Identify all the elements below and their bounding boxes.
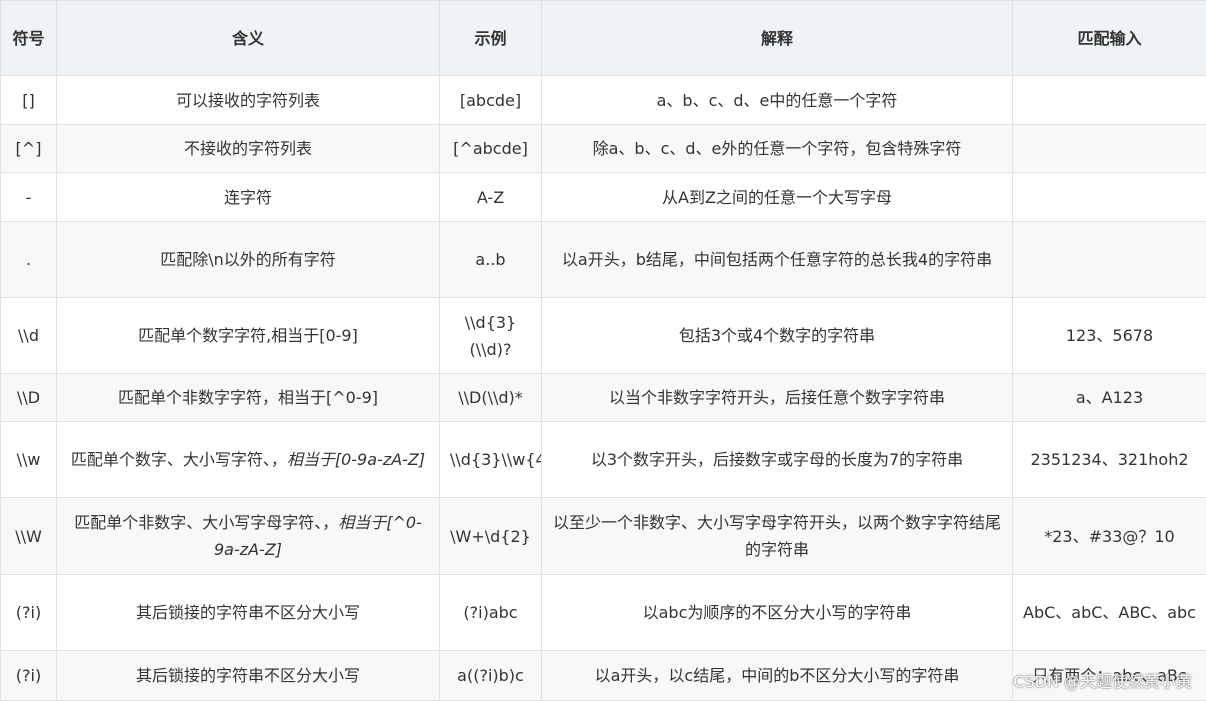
cell-meaning-emphasis: 相当于[0-9a-zA-Z] bbox=[286, 450, 426, 469]
cell-symbol: \\D bbox=[0, 373, 57, 422]
cell-matching-input bbox=[1012, 75, 1206, 125]
cell-meaning: 匹配单个非数字字符，相当于[^0-9] bbox=[56, 373, 440, 422]
regex-symbol-table: 符号 含义 示例 解释 匹配输入 [] 可以接收的字符列表 [abcde] a、… bbox=[0, 0, 1206, 701]
cell-meaning: 可以接收的字符列表 bbox=[56, 75, 440, 125]
cell-meaning-text: 匹配单个非数字、大小写字母字符、， bbox=[74, 513, 339, 532]
cell-example: \\D(\\d)* bbox=[439, 373, 542, 422]
cell-example: \W+\d{2} bbox=[439, 497, 542, 575]
cell-meaning-text: 匹配单个数字、大小写字符、， bbox=[70, 450, 287, 469]
cell-example: \\d{3}\\w{4} bbox=[439, 421, 542, 498]
cell-symbol: - bbox=[0, 172, 57, 222]
cell-meaning: 匹配单个非数字、大小写字母字符、，相当于[^0-9a-zA-Z] bbox=[56, 497, 440, 575]
cell-explanation: 以当个非数字字符开头，后接任意个数字字符串 bbox=[541, 373, 1013, 422]
cell-explanation: 除a、b、c、d、e外的任意一个字符，包含特殊字符 bbox=[541, 124, 1013, 173]
header-meaning: 含义 bbox=[56, 0, 440, 76]
cell-matching-input: 123、5678 bbox=[1012, 297, 1206, 374]
cell-meaning: 连字符 bbox=[56, 172, 440, 222]
cell-explanation: a、b、c、d、e中的任意一个字符 bbox=[541, 75, 1013, 125]
cell-symbol: [] bbox=[0, 75, 57, 125]
table-row: (?i) 其后锁接的字符串不区分大小写 (?i)abc 以abc为顺序的不区分大… bbox=[0, 574, 1206, 651]
cell-explanation: 以3个数字开头，后接数字或字母的长度为7的字符串 bbox=[541, 421, 1013, 498]
cell-example: (?i)abc bbox=[439, 574, 542, 651]
cell-matching-input: *23、#33@？10 bbox=[1012, 497, 1206, 575]
cell-meaning: 匹配除\n以外的所有字符 bbox=[56, 221, 440, 298]
cell-symbol: \\W bbox=[0, 497, 57, 575]
cell-symbol: (?i) bbox=[0, 650, 57, 701]
table-header-row: 符号 含义 示例 解释 匹配输入 bbox=[0, 0, 1206, 76]
table-row: [] 可以接收的字符列表 [abcde] a、b、c、d、e中的任意一个字符 bbox=[0, 75, 1206, 125]
cell-matching-input bbox=[1012, 172, 1206, 222]
header-symbol: 符号 bbox=[0, 0, 57, 76]
table-row: \\d 匹配单个数字字符,相当于[0-9] \\d{3}(\\d)? 包括3个或… bbox=[0, 297, 1206, 374]
cell-meaning: 不接收的字符列表 bbox=[56, 124, 440, 173]
table-row: \\W 匹配单个非数字、大小写字母字符、，相当于[^0-9a-zA-Z] \W+… bbox=[0, 497, 1206, 575]
table-row: - 连字符 A-Z 从A到Z之间的任意一个大写字母 bbox=[0, 172, 1206, 222]
cell-example: \\d{3}(\\d)? bbox=[439, 297, 542, 374]
header-matching-input: 匹配输入 bbox=[1012, 0, 1206, 76]
cell-example: a..b bbox=[439, 221, 542, 298]
table-row: \\D 匹配单个非数字字符，相当于[^0-9] \\D(\\d)* 以当个非数字… bbox=[0, 373, 1206, 422]
cell-meaning: 匹配单个数字、大小写字符、，相当于[0-9a-zA-Z] bbox=[56, 421, 440, 498]
cell-example: A-Z bbox=[439, 172, 542, 222]
cell-explanation: 以a开头，b结尾，中间包括两个任意字符的总长我4的字符串 bbox=[541, 221, 1013, 298]
cell-example: [^abcde] bbox=[439, 124, 542, 173]
cell-matching-input bbox=[1012, 221, 1206, 298]
cell-symbol: \\w bbox=[0, 421, 57, 498]
csdn-watermark: CSDN @天题使然黄小黄 bbox=[1013, 672, 1192, 691]
cell-symbol: (?i) bbox=[0, 574, 57, 651]
cell-matching-input bbox=[1012, 124, 1206, 173]
cell-example: a((?i)b)c bbox=[439, 650, 542, 701]
cell-example: [abcde] bbox=[439, 75, 542, 125]
table-row: . 匹配除\n以外的所有字符 a..b 以a开头，b结尾，中间包括两个任意字符的… bbox=[0, 221, 1206, 298]
header-example: 示例 bbox=[439, 0, 542, 76]
table-row: \\w 匹配单个数字、大小写字符、，相当于[0-9a-zA-Z] \\d{3}\… bbox=[0, 421, 1206, 498]
cell-meaning: 匹配单个数字字符,相当于[0-9] bbox=[56, 297, 440, 374]
cell-matching-input: AbC、abC、ABC、abc bbox=[1012, 574, 1206, 651]
cell-symbol: [^] bbox=[0, 124, 57, 173]
cell-explanation: 从A到Z之间的任意一个大写字母 bbox=[541, 172, 1013, 222]
cell-meaning: 其后锁接的字符串不区分大小写 bbox=[56, 574, 440, 651]
cell-explanation: 包括3个或4个数字的字符串 bbox=[541, 297, 1013, 374]
cell-symbol: \\d bbox=[0, 297, 57, 374]
cell-meaning: 其后锁接的字符串不区分大小写 bbox=[56, 650, 440, 701]
cell-matching-input: 2351234、321hoh2 bbox=[1012, 421, 1206, 498]
table-row: [^] 不接收的字符列表 [^abcde] 除a、b、c、d、e外的任意一个字符… bbox=[0, 124, 1206, 173]
cell-explanation: 以a开头，以c结尾，中间的b不区分大小写的字符串 bbox=[541, 650, 1013, 701]
cell-matching-input: a、A123 bbox=[1012, 373, 1206, 422]
header-explanation: 解释 bbox=[541, 0, 1013, 76]
cell-symbol: . bbox=[0, 221, 57, 298]
cell-explanation: 以至少一个非数字、大小写字母字符开头，以两个数字字符结尾的字符串 bbox=[541, 497, 1013, 575]
cell-explanation: 以abc为顺序的不区分大小写的字符串 bbox=[541, 574, 1013, 651]
